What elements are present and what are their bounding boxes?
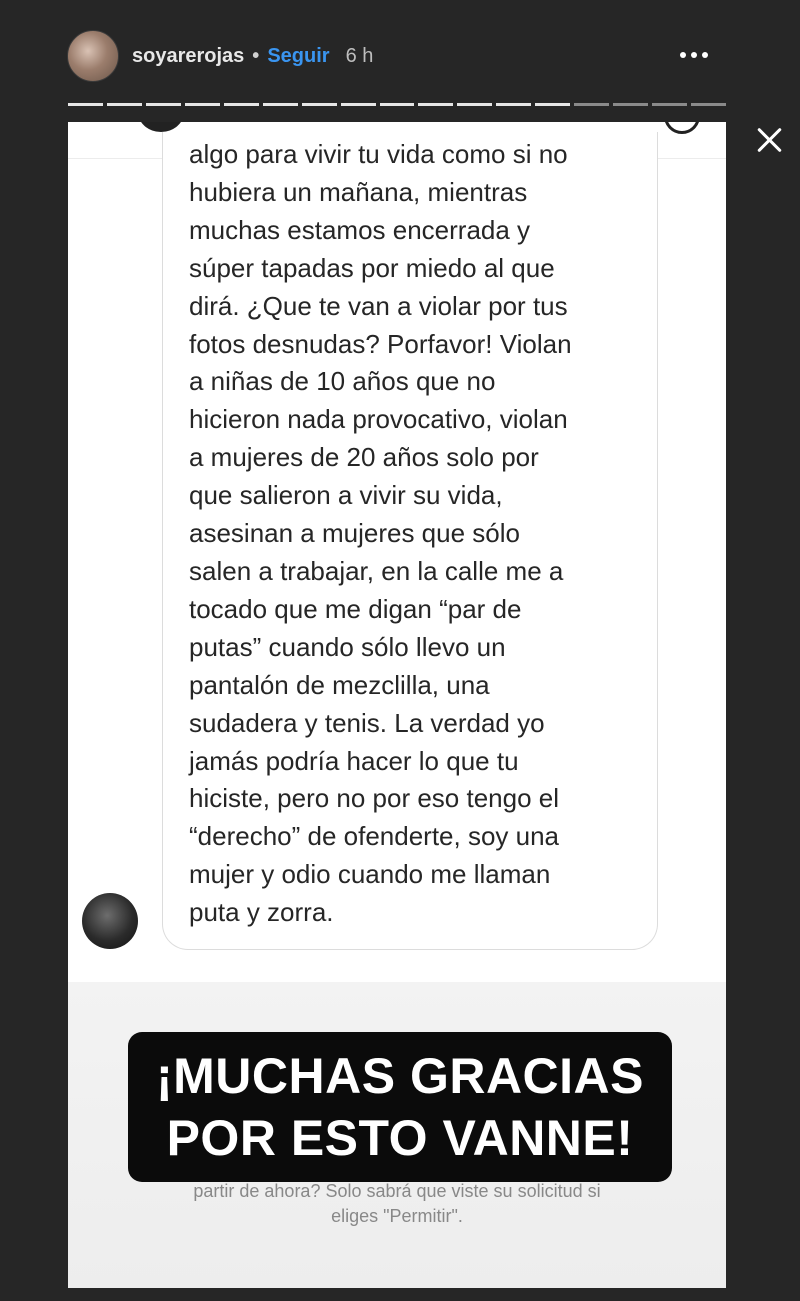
message-line: que salieron a vivir su vida, <box>189 480 503 511</box>
story-header: soyarerojas • Seguir 6 h <box>0 0 800 110</box>
story-progress-bar <box>68 103 726 107</box>
sender-avatar <box>82 893 138 949</box>
message-line: a mujeres de 20 años solo por <box>189 442 539 473</box>
message-line: asesinan a mujeres que sólo <box>189 518 520 549</box>
progress-segment <box>106 103 142 106</box>
more-dot <box>680 52 686 58</box>
message-request-notice: partir de ahora? Solo sabrá que viste su… <box>68 1179 726 1229</box>
caption-line: POR ESTO VANNE! <box>166 1110 634 1166</box>
post-time: 6 h <box>345 44 374 67</box>
progress-segment <box>340 103 376 106</box>
separator-dot: • <box>252 44 260 67</box>
message-bubble: algo para vivir tu vida como si no hubier… <box>162 132 658 950</box>
partial-icon <box>664 122 700 134</box>
follow-button[interactable]: Seguir <box>267 45 329 68</box>
caption-line: ¡MUCHAS GRACIAS <box>155 1048 645 1104</box>
message-line: hubiera un mañana, mientras <box>189 176 528 207</box>
more-dot <box>702 52 708 58</box>
message-line: pantalón de mezclilla, una <box>189 669 490 700</box>
progress-segment <box>68 103 103 106</box>
close-icon[interactable] <box>752 122 788 158</box>
username[interactable]: soyarerojas <box>132 45 244 68</box>
progress-segment <box>496 103 532 106</box>
message-text: algo para vivir tu vida como si no hubier… <box>189 136 629 932</box>
progress-segment <box>457 103 493 106</box>
progress-segment <box>613 103 649 106</box>
message-line: fotos desnudas? Porfavor! Violan <box>189 328 572 359</box>
message-line: puta y zorra. <box>189 897 334 928</box>
message-line: a niñas de 10 años que no <box>189 366 496 397</box>
message-line: “derecho” de ofenderte, soy una <box>189 821 560 852</box>
message-line: jamás podría hacer lo que tu <box>189 745 519 776</box>
progress-segment <box>691 103 726 106</box>
partial-avatar <box>138 122 184 132</box>
message-line: algo para vivir tu vida como si no <box>189 139 568 169</box>
progress-segment <box>301 103 337 106</box>
progress-segment <box>574 103 610 106</box>
more-dot <box>691 52 697 58</box>
request-notice-line: partir de ahora? Solo sabrá que viste su… <box>193 1181 601 1201</box>
message-line: mujer y odio cuando me llaman <box>189 859 551 890</box>
message-line: dirá. ¿Que te van a violar por tus <box>189 290 568 321</box>
progress-segment <box>262 103 298 106</box>
story-user-line: soyarerojas • Seguir 6 h <box>132 42 373 70</box>
progress-segment <box>223 103 259 106</box>
request-notice-line: eliges "Permitir". <box>331 1206 463 1226</box>
message-line: putas” cuando sólo llevo un <box>189 631 506 662</box>
story-caption-sticker: ¡MUCHAS GRACIAS POR ESTO VANNE! <box>128 1032 672 1182</box>
profile-avatar[interactable] <box>67 30 119 82</box>
progress-segment <box>379 103 415 106</box>
progress-segment <box>184 103 220 106</box>
progress-segment <box>418 103 454 106</box>
message-line: salen a trabajar, en la calle me a <box>189 555 564 586</box>
more-horizontal-icon[interactable] <box>673 42 715 68</box>
progress-segment <box>145 103 181 106</box>
message-line: súper tapadas por miedo al que <box>189 252 555 283</box>
progress-segment <box>652 103 687 106</box>
progress-segment <box>535 103 571 106</box>
message-line: hiciste, pero no por eso tengo el <box>189 783 560 814</box>
message-line: muchas estamos encerrada y <box>189 214 531 245</box>
message-line: hicieron nada provocativo, violan <box>189 404 568 435</box>
message-line: tocado que me digan “par de <box>189 593 522 624</box>
message-line: sudadera y tenis. La verdad yo <box>189 707 545 738</box>
